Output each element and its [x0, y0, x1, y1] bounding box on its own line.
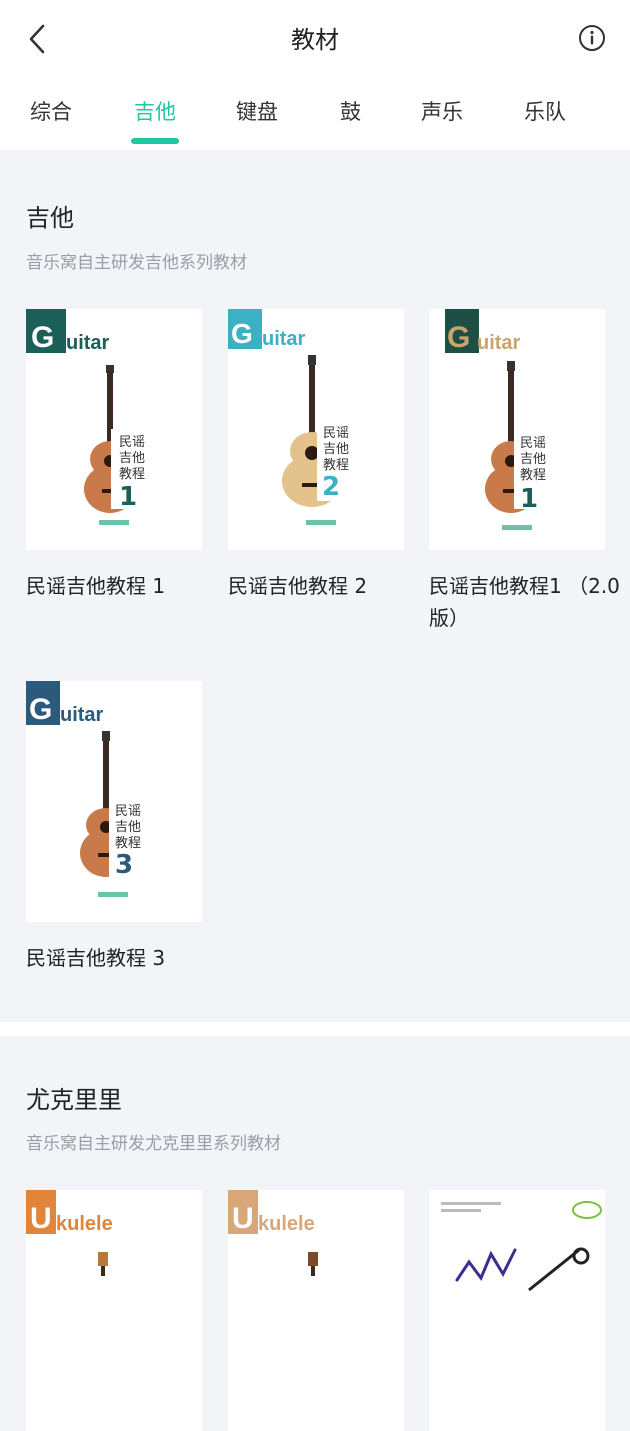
category-tabs: 综合 吉他 键盘 鼓 声乐 乐队: [0, 86, 630, 150]
svg-text:民谣: 民谣: [119, 435, 145, 450]
guitar-cover-art: G uitar 民谣 吉他 教程 3: [26, 681, 169, 897]
tab-comprehensive[interactable]: 综合: [30, 96, 72, 128]
active-tab-indicator: [131, 138, 179, 144]
info-icon: [579, 25, 605, 51]
svg-text:教程: 教程: [323, 457, 349, 473]
book-cover: G uitar 民谣 吉他 教程 1: [429, 309, 605, 550]
book-card[interactable]: U kulele: [26, 1190, 202, 1431]
section-divider: [0, 1022, 630, 1036]
svg-text:1: 1: [520, 484, 538, 514]
book-card[interactable]: [429, 1190, 605, 1431]
ukulele-cover-art: U kulele: [26, 1190, 113, 1276]
cover-word: uitar: [66, 332, 110, 354]
svg-text:教程: 教程: [520, 467, 546, 483]
section-title: 吉他: [26, 204, 74, 232]
book-card[interactable]: U kulele: [228, 1190, 404, 1431]
book-card[interactable]: G uitar 民谣 吉他 教程 2 民谣吉他教程 2: [228, 309, 404, 602]
guitar-section: 吉他 音乐窝自主研发吉他系列教材 G uitar 民谣 吉他 教程 1 民谣吉他…: [0, 150, 630, 1022]
book-card[interactable]: G uitar 民谣 吉他 教程 3 民谣吉他教程 3: [26, 681, 202, 974]
tab-keyboard[interactable]: 键盘: [236, 96, 278, 128]
tab-guitar[interactable]: 吉他: [134, 96, 176, 128]
guitar-cover-art: G uitar 民谣 吉他 教程 2: [228, 309, 377, 525]
book-title: 民谣吉他教程 1: [26, 574, 166, 598]
cover-letter: U: [30, 1202, 52, 1235]
section-subtitle: 音乐窝自主研发尤克里里系列教材: [26, 1134, 281, 1154]
svg-text:教程: 教程: [119, 466, 145, 482]
cover-letter: G: [31, 321, 54, 354]
book-cover: [429, 1190, 605, 1431]
cover-word: uitar: [262, 328, 306, 350]
page-title: 教材: [291, 26, 339, 54]
svg-text:民谣: 民谣: [323, 426, 349, 441]
cover-letter: G: [29, 693, 52, 726]
cover-word: uitar: [60, 704, 104, 726]
cover-word: kulele: [56, 1213, 113, 1235]
svg-text:民谣: 民谣: [520, 436, 546, 451]
tab-drums[interactable]: 鼓: [340, 96, 361, 128]
svg-text:教程: 教程: [115, 835, 141, 851]
svg-text:民谣: 民谣: [115, 804, 141, 819]
svg-text:吉他: 吉他: [323, 442, 349, 457]
ukulele-cover-art: U kulele: [228, 1190, 318, 1276]
book-cover: U kulele: [26, 1190, 202, 1431]
book-card[interactable]: G uitar 民谣 吉他 教程 1 民谣吉他教程1 （2.0版）: [429, 309, 620, 634]
ukulele-cover-art: [441, 1201, 602, 1292]
section-title: 尤克里里: [26, 1086, 122, 1114]
cover-letter: G: [447, 321, 470, 354]
book-cover: G uitar 民谣 吉他 教程 3: [26, 681, 202, 922]
cover-letter: U: [232, 1202, 254, 1235]
book-title: 民谣吉他教程 2: [228, 574, 368, 598]
book-cover: G uitar 民谣 吉他 教程 1: [26, 309, 202, 550]
ukulele-section: 尤克里里 音乐窝自主研发尤克里里系列教材 U kulele U kulele: [0, 1036, 630, 1431]
svg-text:吉他: 吉他: [520, 452, 546, 467]
svg-text:2: 2: [322, 472, 340, 502]
book-cover: G uitar 民谣 吉他 教程 2: [228, 309, 404, 550]
book-title: 民谣吉他教程 3: [26, 946, 166, 970]
section-subtitle: 音乐窝自主研发吉他系列教材: [26, 253, 247, 273]
svg-text:1: 1: [119, 482, 137, 512]
svg-text:3: 3: [115, 850, 133, 880]
guitar-cover-art: G uitar 民谣 吉他 教程 1: [445, 309, 574, 530]
info-button[interactable]: [578, 24, 606, 52]
tab-vocal[interactable]: 声乐: [421, 96, 463, 128]
svg-text:吉他: 吉他: [115, 820, 141, 835]
book-card[interactable]: G uitar 民谣 吉他 教程 1 民谣吉他教程 1: [26, 309, 202, 602]
book-title: 民谣吉他教程1 （2.0版）: [429, 574, 620, 630]
cover-word: kulele: [258, 1213, 315, 1235]
guitar-cover-art: G uitar 民谣 吉他 教程 1: [26, 309, 171, 525]
tab-band[interactable]: 乐队: [524, 96, 566, 128]
book-cover: U kulele: [228, 1190, 404, 1431]
svg-text:吉他: 吉他: [119, 451, 145, 466]
top-bar: 教材 综合 吉他 键盘 鼓 声乐 乐队: [0, 0, 630, 150]
cover-word: uitar: [477, 332, 521, 354]
cover-letter: G: [231, 318, 253, 349]
